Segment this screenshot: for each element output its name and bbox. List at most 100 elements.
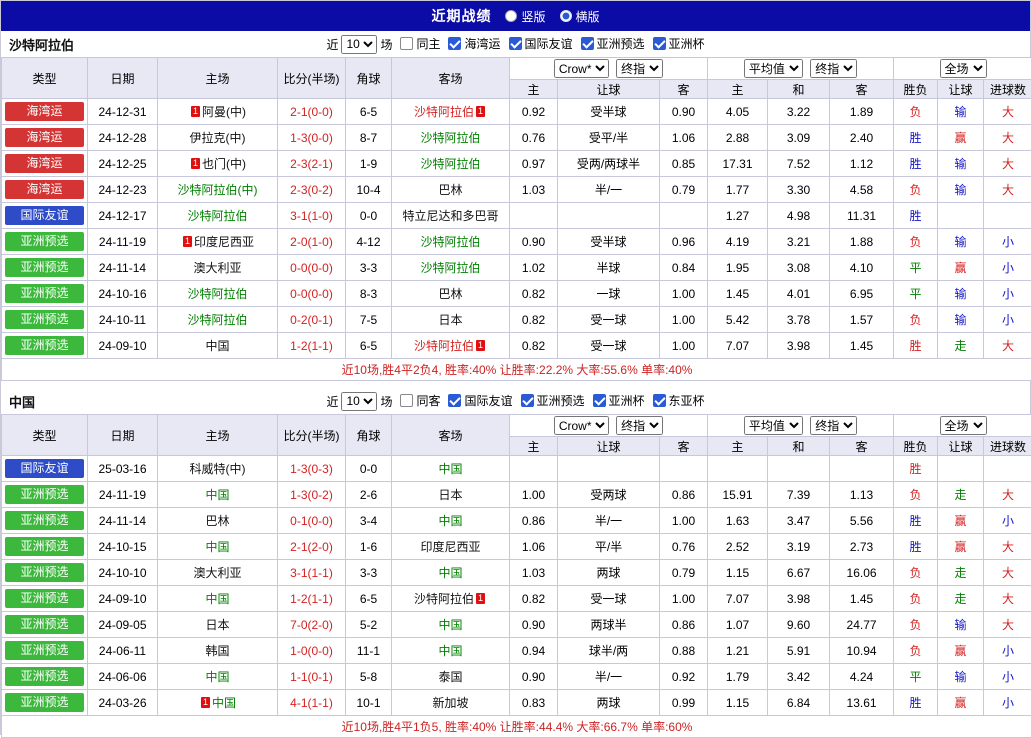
result-cell: 走 — [938, 586, 984, 612]
away-team-cell: 沙特阿拉伯 — [392, 125, 510, 151]
away-team: 中国 — [438, 514, 462, 528]
filter-checkbox[interactable]: 海湾运 — [448, 35, 500, 52]
col-corner-header: 角球 — [346, 58, 392, 99]
avg-odds-cell: 3.47 — [768, 508, 830, 534]
avg-odds-cell: 4.58 — [830, 177, 894, 203]
result-cell: 赢 — [938, 255, 984, 281]
odds-cell: 0.79 — [660, 177, 708, 203]
odds-stage-select[interactable]: 终指 — [616, 59, 663, 78]
matches-table: 类型 日期 主场 比分(半场) 角球 客场 Crow* 终指 平均值 终指 — [1, 57, 1031, 381]
home-team-cell: 巴林 — [158, 508, 278, 534]
odds-cell: 半/一 — [558, 177, 660, 203]
layout-radio-horizontal[interactable]: 横版 — [560, 8, 600, 25]
odds-company-select[interactable]: Crow* — [554, 416, 609, 435]
avg-odds-cell: 13.61 — [830, 690, 894, 716]
filter-checkbox[interactable]: 亚洲预选 — [521, 392, 585, 409]
match-date: 24-10-15 — [88, 534, 158, 560]
odds-cell: 0.82 — [510, 307, 558, 333]
filter-checkbox[interactable]: 国际友谊 — [509, 35, 573, 52]
match-type-cell: 亚洲预选 — [2, 281, 88, 307]
col-date-header: 日期 — [88, 58, 158, 99]
match-row: 海湾运24-12-23沙特阿拉伯(中)2-3(0-2)10-4巴林1.03半/一… — [2, 177, 1031, 203]
filter-checkbox[interactable]: 亚洲杯 — [593, 392, 645, 409]
away-team: 沙特阿拉伯 — [420, 261, 480, 275]
home-team-cell: 中国 — [158, 534, 278, 560]
checkbox-input[interactable] — [448, 37, 461, 50]
checkbox-input[interactable] — [400, 37, 413, 50]
avg-stage-select[interactable]: 终指 — [810, 416, 857, 435]
checkbox-input[interactable] — [448, 394, 461, 407]
match-count-select[interactable]: 10 — [341, 35, 377, 54]
checkbox-input[interactable] — [593, 394, 606, 407]
checkbox-label: 亚洲预选 — [597, 35, 645, 52]
filter-checkbox[interactable]: 亚洲预选 — [581, 35, 645, 52]
vertical-radio-input[interactable] — [505, 10, 517, 22]
checkbox-input[interactable] — [653, 394, 666, 407]
result-handicap-header: 让球 — [938, 437, 984, 456]
avg-odds-cell: 3.21 — [768, 229, 830, 255]
filter-checkbox[interactable]: 亚洲杯 — [653, 35, 705, 52]
avg-odds-cell: 2.73 — [830, 534, 894, 560]
odds-company-select[interactable]: Crow* — [554, 59, 609, 78]
checkbox-input[interactable] — [581, 37, 594, 50]
section-header: 沙特阿拉伯 近 10 场 同主海湾运国际友谊亚洲预选亚洲杯 — [1, 31, 1030, 57]
fulltime-select[interactable]: 全场 — [940, 59, 987, 78]
checkbox-input[interactable] — [509, 37, 522, 50]
avg-odds-select[interactable]: 平均值 — [744, 416, 803, 435]
avg-odds-select[interactable]: 平均值 — [744, 59, 803, 78]
avg-stage-select[interactable]: 终指 — [810, 59, 857, 78]
filter-checkbox[interactable]: 同客 — [400, 392, 440, 409]
match-count-select[interactable]: 10 — [341, 392, 377, 411]
checkbox-input[interactable] — [653, 37, 666, 50]
odds-cell: 半/一 — [558, 664, 660, 690]
away-team-cell: 沙特阿拉伯 — [392, 255, 510, 281]
avg-odds-cell: 1.89 — [830, 99, 894, 125]
checkbox-label: 东亚杯 — [669, 392, 705, 409]
checkbox-input[interactable] — [521, 394, 534, 407]
corner-score: 8-3 — [346, 281, 392, 307]
odds-cell: 1.00 — [660, 508, 708, 534]
away-team-cell: 中国 — [392, 638, 510, 664]
odds-cell: 受两/两球半 — [558, 151, 660, 177]
result-cell: 负 — [894, 307, 938, 333]
result-cell: 大 — [984, 482, 1031, 508]
away-team: 沙特阿拉伯 — [414, 105, 474, 119]
layout-radio-vertical[interactable]: 竖版 — [505, 8, 545, 25]
odds-cell: 1.00 — [660, 586, 708, 612]
odds-cell: 受半球 — [558, 99, 660, 125]
away-team-cell: 沙特阿拉伯 — [392, 229, 510, 255]
result-cell: 输 — [938, 664, 984, 690]
home-team-cell: 中国 — [158, 482, 278, 508]
avg-group-header: 平均值 终指 — [708, 58, 894, 80]
result-cell: 负 — [894, 482, 938, 508]
match-date: 24-09-10 — [88, 586, 158, 612]
result-cell: 胜 — [894, 508, 938, 534]
result-cell: 胜 — [894, 456, 938, 482]
match-score: 1-3(0-0) — [278, 125, 346, 151]
avg-odds-cell: 3.19 — [768, 534, 830, 560]
odds-cell: 0.85 — [660, 151, 708, 177]
away-team: 巴林 — [438, 287, 462, 301]
avg-odds-cell: 1.21 — [708, 638, 768, 664]
avg-odds-cell: 3.09 — [768, 125, 830, 151]
odds-cell: 0.96 — [660, 229, 708, 255]
checkbox-input[interactable] — [400, 394, 413, 407]
away-team: 日本 — [438, 313, 462, 327]
match-date: 24-03-26 — [88, 690, 158, 716]
fulltime-select[interactable]: 全场 — [940, 416, 987, 435]
odds-stage-select[interactable]: 终指 — [616, 416, 663, 435]
avg-odds-cell: 11.31 — [830, 203, 894, 229]
filter-checkbox[interactable]: 东亚杯 — [653, 392, 705, 409]
odds-cell: 0.83 — [510, 690, 558, 716]
match-type-cell: 亚洲预选 — [2, 560, 88, 586]
match-date: 24-12-17 — [88, 203, 158, 229]
horizontal-radio-input[interactable] — [560, 10, 572, 22]
filter-checkbox[interactable]: 同主 — [400, 35, 440, 52]
result-cell: 小 — [984, 307, 1031, 333]
red-card-badge: 1 — [476, 340, 485, 351]
checkbox-label: 同主 — [416, 35, 440, 52]
filter-checkbox[interactable]: 国际友谊 — [448, 392, 512, 409]
avg-odds-cell: 9.60 — [768, 612, 830, 638]
result-cell — [984, 203, 1031, 229]
filter-suffix-label: 场 — [380, 36, 392, 53]
